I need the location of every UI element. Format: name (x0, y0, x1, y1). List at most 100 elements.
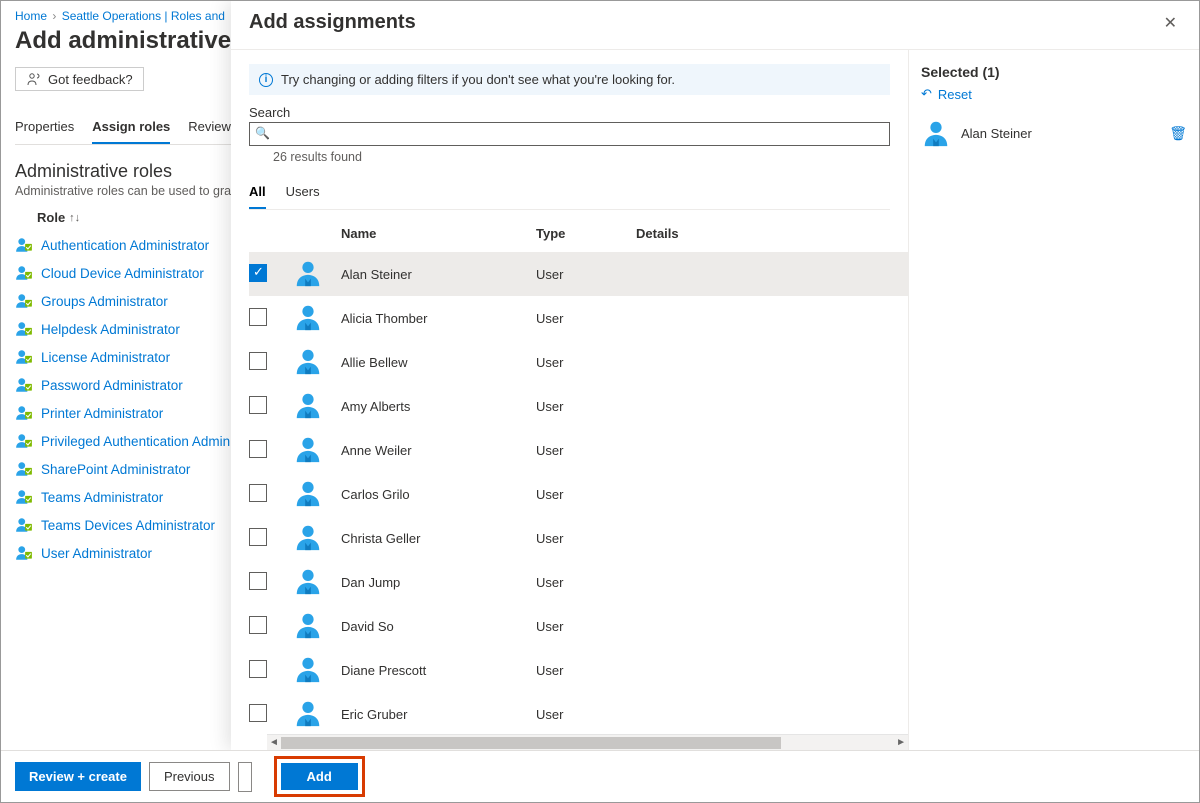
person-speech-icon (26, 71, 42, 87)
user-avatar-icon (921, 118, 951, 148)
filter-tab-all[interactable]: All (249, 178, 266, 209)
panel-title: Add assignments (249, 11, 416, 34)
row-type: User (536, 355, 636, 370)
tab-assign-roles[interactable]: Assign roles (92, 113, 170, 144)
filter-tabs: All Users (249, 178, 890, 210)
selected-item: Alan Steiner 🗑 (921, 118, 1187, 148)
remove-selected-icon[interactable]: 🗑 (1169, 125, 1187, 142)
role-icon (15, 320, 33, 338)
row-checkbox[interactable] (249, 660, 267, 678)
row-name: David So (341, 619, 536, 634)
row-checkbox[interactable] (249, 352, 267, 370)
info-icon: i (259, 73, 273, 87)
info-message: i Try changing or adding filters if you … (249, 64, 890, 95)
role-icon (15, 460, 33, 478)
close-icon[interactable]: ✕ (1160, 11, 1181, 35)
feedback-button[interactable]: Got feedback? (15, 67, 144, 91)
role-link[interactable]: Groups Administrator (41, 294, 168, 309)
row-name: Dan Jump (341, 575, 536, 590)
user-avatar-icon (293, 522, 323, 552)
breadcrumb-home[interactable]: Home (15, 9, 47, 23)
grid-header: Name Type Details (249, 220, 908, 251)
table-row[interactable]: Anne WeilerUser (249, 428, 908, 472)
row-type: User (536, 267, 636, 282)
row-type: User (536, 663, 636, 678)
role-icon (15, 292, 33, 310)
row-type: User (536, 707, 636, 722)
row-name: Amy Alberts (341, 399, 536, 414)
row-name: Anne Weiler (341, 443, 536, 458)
table-row[interactable]: Amy AlbertsUser (249, 384, 908, 428)
table-row[interactable]: Diane PrescottUser (249, 648, 908, 692)
role-link[interactable]: Password Administrator (41, 378, 183, 393)
row-type: User (536, 311, 636, 326)
selected-title: Selected (1) (921, 64, 1187, 80)
role-link[interactable]: Helpdesk Administrator (41, 322, 180, 337)
user-avatar-icon (293, 258, 323, 288)
tab-properties[interactable]: Properties (15, 113, 74, 144)
row-type: User (536, 575, 636, 590)
role-icon (15, 432, 33, 450)
table-row[interactable]: Alan SteinerUser (249, 252, 908, 296)
user-avatar-icon (293, 478, 323, 508)
role-link[interactable]: SharePoint Administrator (41, 462, 190, 477)
table-row[interactable]: Dan JumpUser (249, 560, 908, 604)
role-icon (15, 264, 33, 282)
header-name[interactable]: Name (341, 226, 536, 241)
row-name: Eric Gruber (341, 707, 536, 722)
search-input[interactable] (249, 122, 890, 146)
role-icon (15, 348, 33, 366)
review-create-button[interactable]: Review + create (15, 762, 141, 791)
user-avatar-icon (293, 698, 323, 728)
row-checkbox[interactable] (249, 528, 267, 546)
filter-tab-users[interactable]: Users (286, 178, 320, 209)
truncated-button[interactable] (238, 762, 252, 792)
role-icon (15, 516, 33, 534)
table-row[interactable]: Carlos GriloUser (249, 472, 908, 516)
role-link[interactable]: Printer Administrator (41, 406, 163, 421)
role-icon (15, 236, 33, 254)
footer-bar: Review + create Previous Add (1, 750, 1199, 802)
row-checkbox[interactable] (249, 616, 267, 634)
add-button-highlight: Add (274, 756, 365, 797)
row-checkbox[interactable] (249, 484, 267, 502)
role-link[interactable]: License Administrator (41, 350, 170, 365)
role-icon (15, 544, 33, 562)
row-name: Carlos Grilo (341, 487, 536, 502)
row-checkbox[interactable] (249, 440, 267, 458)
add-button[interactable]: Add (281, 763, 358, 790)
role-link[interactable]: Teams Administrator (41, 490, 163, 505)
user-avatar-icon (293, 390, 323, 420)
row-checkbox[interactable] (249, 396, 267, 414)
selected-item-name: Alan Steiner (961, 126, 1159, 141)
breadcrumb-mid[interactable]: Seattle Operations | Roles and (62, 9, 225, 23)
horizontal-scrollbar[interactable]: ◄► (267, 734, 908, 750)
search-icon: 🔍 (255, 126, 270, 140)
row-name: Christa Geller (341, 531, 536, 546)
header-type[interactable]: Type (536, 226, 636, 241)
row-checkbox[interactable] (249, 308, 267, 326)
row-name: Alan Steiner (341, 267, 536, 282)
search-label: Search (249, 105, 890, 120)
role-link[interactable]: Privileged Authentication Administ (41, 434, 244, 449)
table-row[interactable]: Alicia ThomberUser (249, 296, 908, 340)
row-type: User (536, 399, 636, 414)
row-type: User (536, 443, 636, 458)
row-checkbox[interactable] (249, 572, 267, 590)
tab-review[interactable]: Review (188, 113, 231, 144)
selected-panel: Selected (1) ↶ Reset Alan Steiner 🗑 (909, 50, 1199, 750)
table-row[interactable]: Allie BellewUser (249, 340, 908, 384)
role-link[interactable]: Authentication Administrator (41, 238, 209, 253)
reset-button[interactable]: ↶ Reset (921, 86, 1187, 102)
table-row[interactable]: David SoUser (249, 604, 908, 648)
row-checkbox[interactable] (249, 264, 267, 282)
previous-button[interactable]: Previous (149, 762, 230, 791)
role-link[interactable]: Cloud Device Administrator (41, 266, 204, 281)
header-details[interactable]: Details (636, 226, 908, 241)
row-checkbox[interactable] (249, 704, 267, 722)
user-grid[interactable]: Alan SteinerUserAlicia ThomberUserAllie … (249, 252, 908, 732)
table-row[interactable]: Eric GruberUser (249, 692, 908, 732)
role-link[interactable]: User Administrator (41, 546, 152, 561)
role-link[interactable]: Teams Devices Administrator (41, 518, 215, 533)
table-row[interactable]: Christa GellerUser (249, 516, 908, 560)
